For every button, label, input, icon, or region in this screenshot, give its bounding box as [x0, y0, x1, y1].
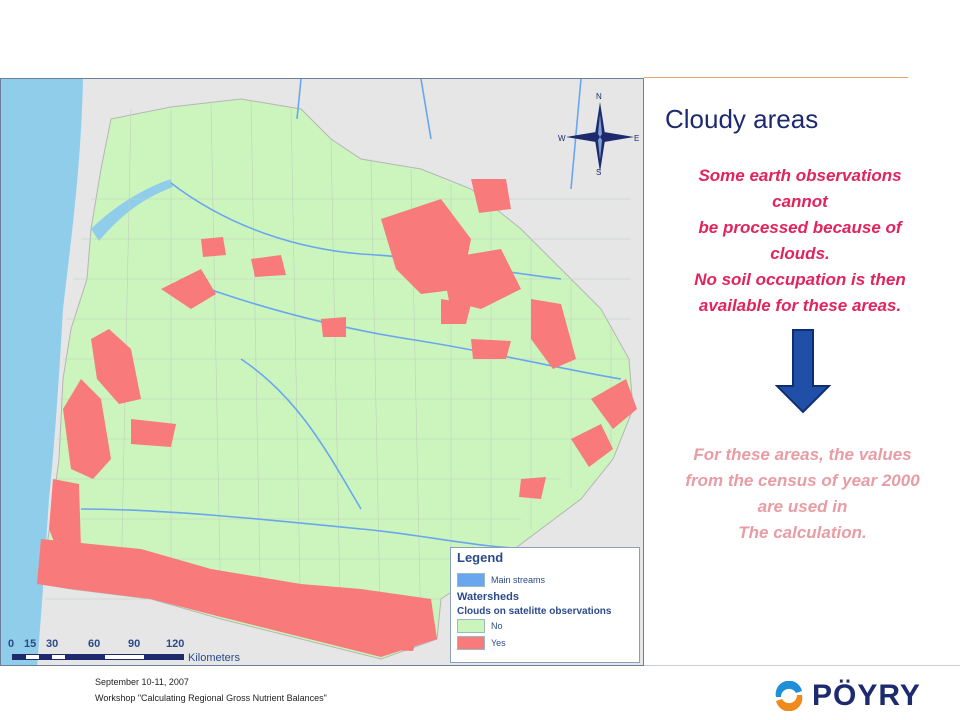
- down-arrow-icon: [774, 328, 832, 414]
- scale-tick-0: 0: [8, 638, 15, 650]
- note-line: from the census of year 2000: [685, 471, 920, 490]
- footer-date: September 10-11, 2007: [95, 677, 189, 687]
- legend-row-no: No: [457, 617, 633, 634]
- poyry-logo: PÖYRY: [772, 679, 958, 712]
- bottom-rule: [644, 665, 960, 666]
- slide-title: Cloudy areas: [665, 104, 819, 134]
- swatch-yes: [457, 635, 485, 650]
- footer-workshop: Workshop "Calculating Regional Gross Nut…: [95, 693, 327, 703]
- message-line: cannot: [772, 192, 828, 211]
- message-line: be processed because of: [698, 218, 902, 237]
- scale-tick-15: 15: [24, 638, 37, 650]
- legend-yes-label: Yes: [491, 637, 506, 648]
- legend-title: Legend: [457, 550, 504, 565]
- logo-wordmark: PÖYRY: [812, 679, 921, 712]
- scale-tick-60: 60: [88, 638, 101, 650]
- message-line: clouds.: [770, 244, 830, 263]
- scale-bar-segments: [12, 654, 184, 660]
- compass-icon: [566, 102, 634, 172]
- scale-unit: Kilometers: [188, 652, 240, 664]
- swatch-no: [457, 618, 485, 633]
- note-text: For these areas, the values from the cen…: [650, 442, 955, 546]
- top-rule: [644, 77, 908, 78]
- compass-south: S: [596, 168, 602, 177]
- footer: September 10-11, 2007 Workshop "Calculat…: [95, 674, 327, 706]
- compass-north: N: [596, 92, 602, 101]
- legend-row-main-streams: Main streams: [457, 571, 633, 588]
- note-line: are used in: [757, 497, 848, 516]
- compass-west: W: [558, 134, 566, 143]
- legend-main-streams-label: Main streams: [491, 574, 546, 585]
- note-line: The calculation.: [738, 523, 867, 542]
- message-text: Some earth observations cannot be proces…: [650, 163, 950, 319]
- map-legend: Legend Main streams Watersheds Clouds on…: [450, 547, 640, 663]
- message-line: No soil occupation is then: [694, 270, 906, 289]
- swatch-main-streams: [457, 572, 485, 587]
- message-line: available for these areas.: [698, 296, 902, 315]
- compass-rose: N S W E: [558, 92, 640, 178]
- legend-no-label: No: [491, 620, 503, 631]
- legend-row-yes: Yes: [457, 634, 633, 651]
- scale-tick-30: 30: [46, 638, 59, 650]
- compass-east: E: [634, 134, 640, 143]
- scale-tick-120: 120: [166, 638, 185, 650]
- scale-bar: 0 15 30 60 90 120 Kilometers: [8, 638, 248, 664]
- message-line: Some earth observations: [698, 166, 902, 185]
- note-line: For these areas, the values: [693, 445, 912, 464]
- scale-tick-90: 90: [128, 638, 141, 650]
- logo-icon: [775, 681, 803, 711]
- legend-watersheds: Watersheds: [457, 591, 519, 603]
- legend-clouds: Clouds on satelitte observations: [457, 606, 612, 617]
